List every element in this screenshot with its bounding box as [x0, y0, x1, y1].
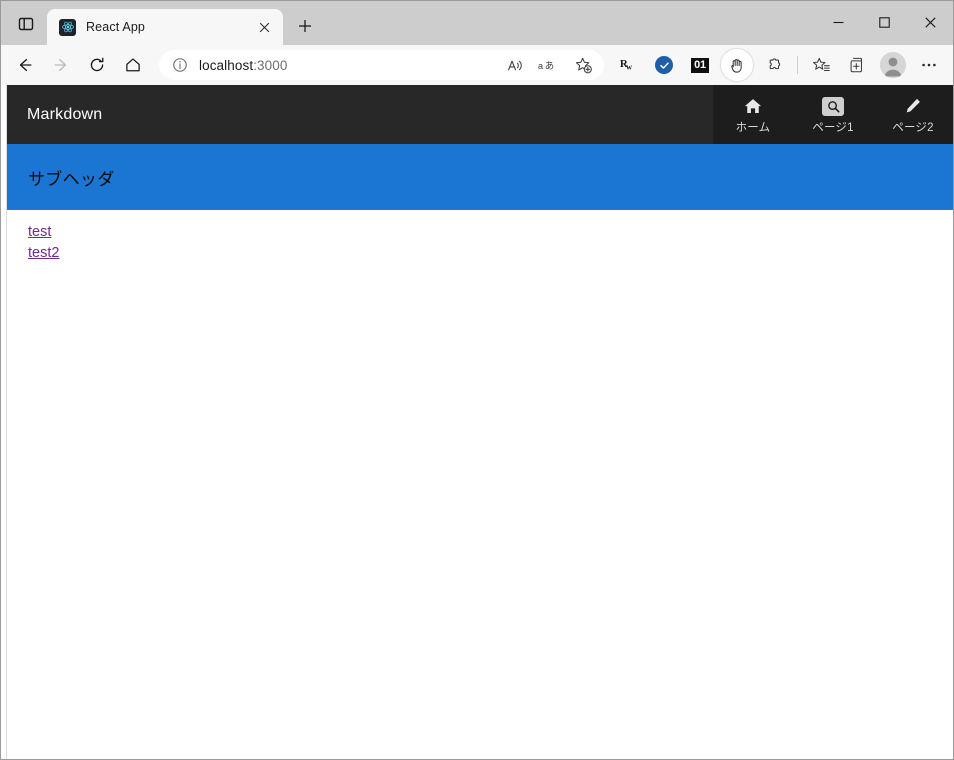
home-icon — [743, 96, 763, 116]
browser-tab[interactable]: React App — [47, 9, 283, 45]
read-aloud-icon[interactable] — [499, 52, 531, 78]
numbered-extension-icon[interactable]: 01 — [684, 49, 716, 81]
avatar — [880, 52, 906, 78]
collections-icon[interactable] — [841, 49, 873, 81]
app-navigation: ホーム ページ1 ページ2 — [713, 85, 953, 144]
nav-item-page2-label: ページ2 — [892, 122, 934, 134]
search-icon-chip — [822, 96, 844, 116]
nav-item-page1-label: ページ1 — [812, 122, 854, 134]
url-port: :3000 — [253, 57, 288, 73]
page-title: Markdown — [27, 105, 103, 123]
back-button[interactable] — [9, 49, 41, 81]
maximize-button[interactable] — [861, 1, 907, 43]
content-link-test2[interactable]: test2 — [28, 243, 59, 264]
add-favorite-icon[interactable] — [567, 52, 599, 78]
window-controls — [815, 1, 953, 43]
hand-extension-icon[interactable] — [720, 48, 754, 82]
url-host: localhost — [199, 57, 254, 73]
subheader-banner: サブヘッダ — [3, 144, 953, 210]
favorites-icon[interactable] — [805, 49, 837, 81]
toolbar-divider — [797, 56, 798, 74]
svg-text:a: a — [538, 60, 544, 71]
nav-item-page2[interactable]: ページ2 — [873, 85, 953, 144]
viewport-left-edge — [3, 85, 7, 759]
extension-badge-label: 01 — [691, 57, 709, 73]
address-bar-url: localhost:3000 — [199, 58, 498, 73]
close-window-button[interactable] — [907, 1, 953, 43]
settings-and-more-icon[interactable] — [913, 49, 945, 81]
forward-button[interactable] — [45, 49, 77, 81]
close-tab-icon[interactable] — [253, 16, 275, 38]
new-tab-button[interactable] — [289, 11, 321, 41]
minimize-button[interactable] — [815, 1, 861, 43]
pencil-icon — [903, 96, 923, 116]
nav-item-home-label: ホーム — [735, 122, 771, 134]
puzzle-icon[interactable] — [758, 49, 790, 81]
svg-text:w: w — [626, 63, 632, 72]
site-info-icon[interactable] — [169, 57, 191, 73]
profile-avatar[interactable] — [877, 49, 909, 81]
nav-item-page1[interactable]: ページ1 — [793, 85, 873, 144]
rw-extension-icon[interactable]: R w — [612, 49, 644, 81]
address-bar[interactable]: localhost:3000 a あ — [159, 50, 604, 80]
app-header: Markdown ホーム ページ1 ページ2 — [3, 85, 953, 144]
vertical-tabs-toggle-icon[interactable] — [9, 8, 43, 40]
refresh-button[interactable] — [81, 49, 113, 81]
translate-icon[interactable]: a あ — [533, 52, 565, 78]
content-link-test[interactable]: test — [28, 222, 51, 243]
svg-text:あ: あ — [545, 61, 554, 72]
tab-title: React App — [86, 20, 146, 34]
nav-item-home[interactable]: ホーム — [713, 85, 793, 144]
subheader-text: サブヘッダ — [28, 169, 115, 189]
browser-toolbar: localhost:3000 a あ R w 01 — [1, 45, 953, 85]
page-viewport: Markdown ホーム ページ1 ページ2 サブヘッダ test test2 — [1, 85, 953, 759]
search-icon — [822, 96, 844, 116]
page-content: test test2 — [3, 210, 953, 264]
tab-strip: React App — [1, 1, 953, 45]
verified-extension-icon[interactable] — [648, 49, 680, 81]
browser-window: React App localhost:3000 a あ R w 01 Mark… — [0, 0, 954, 760]
home-button[interactable] — [117, 49, 149, 81]
check-badge-icon — [655, 56, 673, 74]
address-bar-actions: a あ — [498, 52, 600, 78]
react-logo-icon — [59, 18, 76, 36]
